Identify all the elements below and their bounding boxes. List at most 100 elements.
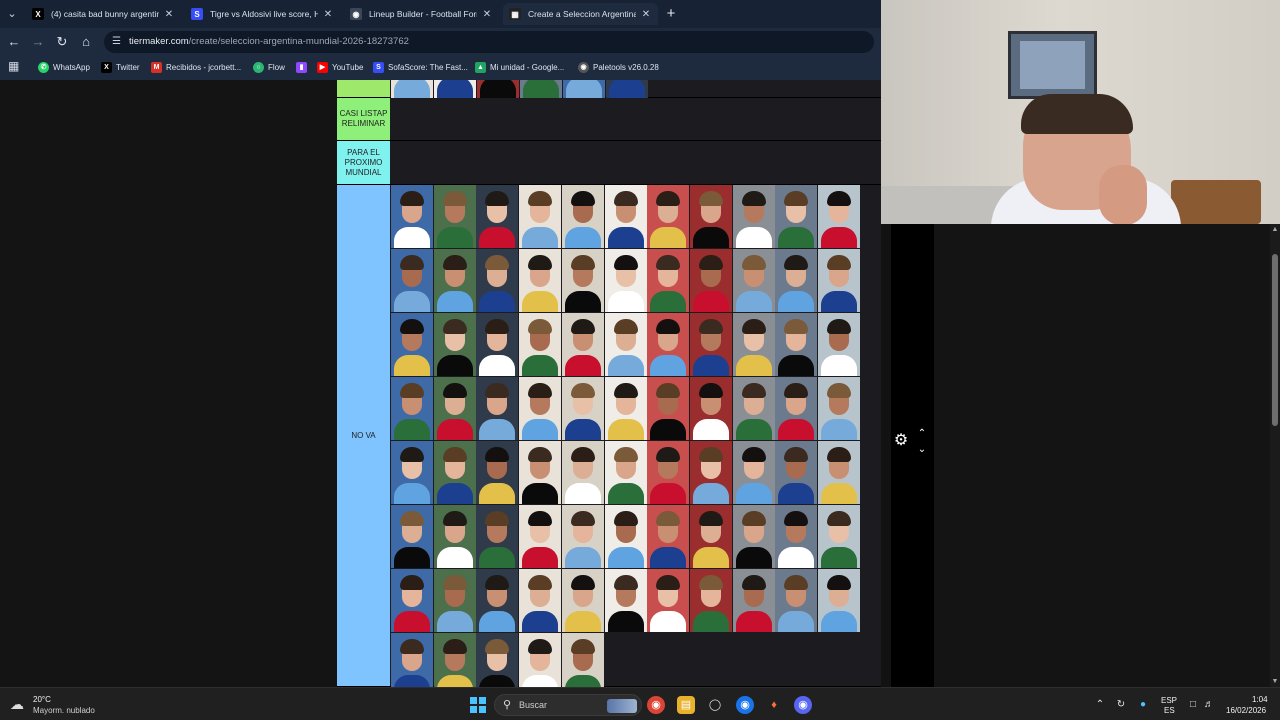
player-card[interactable] (477, 80, 519, 98)
forward-icon[interactable]: → (30, 34, 46, 50)
player-card[interactable] (647, 377, 690, 440)
player-card[interactable] (732, 313, 775, 376)
player-card[interactable] (732, 185, 775, 248)
player-card[interactable] (433, 569, 476, 632)
player-card[interactable] (433, 377, 476, 440)
tab-search-icon[interactable]: ⌄ (4, 6, 20, 22)
player-card[interactable] (476, 249, 519, 312)
scrollbar-thumb[interactable] (1272, 254, 1278, 426)
player-card[interactable] (775, 569, 818, 632)
player-card[interactable] (647, 441, 690, 504)
player-card[interactable] (391, 377, 433, 440)
player-card[interactable] (476, 313, 519, 376)
player-card[interactable] (561, 377, 604, 440)
chevron-up-icon[interactable]: ⌃ (915, 429, 929, 439)
home-icon[interactable]: ⌂ (78, 34, 94, 50)
close-tab-icon[interactable]: ✕ (481, 9, 493, 20)
player-card[interactable] (604, 441, 647, 504)
bookmark-paletools[interactable]: ◉ Paletools v26.0.28 (578, 60, 659, 74)
tab-sofascore[interactable]: S Tigre vs Aldosivi live score, H2H ✕ (185, 3, 340, 25)
player-card[interactable] (818, 441, 860, 504)
bookmark-whatsapp[interactable]: ✆ WhatsApp (38, 60, 90, 74)
url-input[interactable]: ☰ tiermaker.com/create/seleccion-argenti… (104, 31, 874, 53)
player-card[interactable] (647, 185, 690, 248)
player-card[interactable] (689, 569, 732, 632)
player-card[interactable] (563, 80, 605, 98)
tier-label[interactable]: PARA EL PROXIMO MUNDIAL (337, 141, 390, 184)
scroll-up-arrow-icon[interactable]: ▲ (1271, 226, 1279, 234)
tier-label[interactable] (337, 80, 390, 97)
player-card[interactable] (391, 569, 433, 632)
player-card[interactable] (519, 377, 562, 440)
player-card[interactable] (391, 185, 433, 248)
player-card[interactable] (433, 441, 476, 504)
close-tab-icon[interactable]: ✕ (163, 9, 175, 20)
tab-tiermaker[interactable]: ▦ Create a Seleccion Argentina M ✕ (503, 3, 658, 25)
player-card[interactable] (818, 313, 860, 376)
player-card[interactable] (519, 249, 562, 312)
player-card[interactable] (476, 441, 519, 504)
player-card[interactable] (689, 441, 732, 504)
player-card[interactable] (433, 313, 476, 376)
file-explorer-icon[interactable]: ▤ (677, 696, 695, 714)
player-card[interactable] (775, 377, 818, 440)
obs-icon[interactable]: ◯ (706, 696, 724, 714)
player-card[interactable] (434, 80, 476, 98)
player-card[interactable] (818, 569, 860, 632)
scroll-down-arrow-icon[interactable]: ▼ (1271, 678, 1279, 686)
chrome-icon[interactable]: ◉ (647, 696, 665, 714)
close-tab-icon[interactable]: ✕ (640, 9, 652, 20)
player-card[interactable] (732, 441, 775, 504)
tab-lineup-builder[interactable]: ◉ Lineup Builder - Football Forma ✕ (344, 3, 499, 25)
player-card[interactable] (689, 313, 732, 376)
player-card[interactable] (391, 80, 433, 98)
player-card[interactable] (604, 377, 647, 440)
player-card[interactable] (732, 569, 775, 632)
player-card[interactable] (604, 313, 647, 376)
player-card[interactable] (689, 377, 732, 440)
player-card[interactable] (561, 313, 604, 376)
player-card[interactable] (476, 569, 519, 632)
keyboard-layout-indicator[interactable]: ES (1164, 706, 1175, 715)
player-card[interactable] (775, 505, 818, 568)
gear-icon[interactable]: ⚙ (893, 433, 909, 449)
player-card[interactable] (519, 313, 562, 376)
player-card[interactable] (732, 505, 775, 568)
player-card[interactable] (818, 377, 860, 440)
app-flame-icon[interactable]: ♦ (765, 696, 783, 714)
language-indicator[interactable]: ESP (1161, 696, 1177, 705)
player-card[interactable] (689, 505, 732, 568)
bookmark-youtube[interactable]: ▶ YouTube (317, 60, 363, 74)
player-card[interactable] (647, 569, 690, 632)
player-card[interactable] (561, 185, 604, 248)
reload-icon[interactable]: ↻ (54, 34, 70, 50)
volume-icon[interactable]: ♬ (1203, 699, 1215, 711)
player-card[interactable] (391, 313, 433, 376)
bookmark-twitter[interactable]: X Twitter (101, 60, 140, 74)
player-card[interactable] (689, 249, 732, 312)
player-card[interactable] (519, 185, 562, 248)
player-card[interactable] (775, 249, 818, 312)
microphone-icon[interactable]: ● (1137, 699, 1149, 711)
player-card[interactable] (647, 249, 690, 312)
bookmark-flow[interactable]: ○ Flow (253, 60, 285, 74)
discord-icon[interactable]: ◉ (794, 696, 812, 714)
site-info-icon[interactable]: ☰ (112, 36, 124, 48)
player-card[interactable] (647, 313, 690, 376)
player-card[interactable] (604, 185, 647, 248)
player-card[interactable] (519, 441, 562, 504)
bookmark-drive[interactable]: ▲ Mi unidad - Google... (475, 60, 564, 74)
player-card[interactable] (604, 569, 647, 632)
player-card[interactable] (775, 441, 818, 504)
network-icon[interactable]: □ (1187, 699, 1199, 711)
player-card[interactable] (775, 185, 818, 248)
close-tab-icon[interactable]: ✕ (322, 9, 334, 20)
clock-time[interactable]: 1:04 (1252, 695, 1268, 704)
tier-label[interactable]: CASI LISTAPRELIMINAR (337, 98, 390, 140)
player-card[interactable] (775, 313, 818, 376)
windows-start-icon[interactable] (470, 697, 486, 713)
player-card[interactable] (647, 505, 690, 568)
player-card[interactable] (476, 377, 519, 440)
player-card[interactable] (604, 505, 647, 568)
bookmark-gmail[interactable]: M Recibidos - jcorbett... (151, 60, 241, 74)
